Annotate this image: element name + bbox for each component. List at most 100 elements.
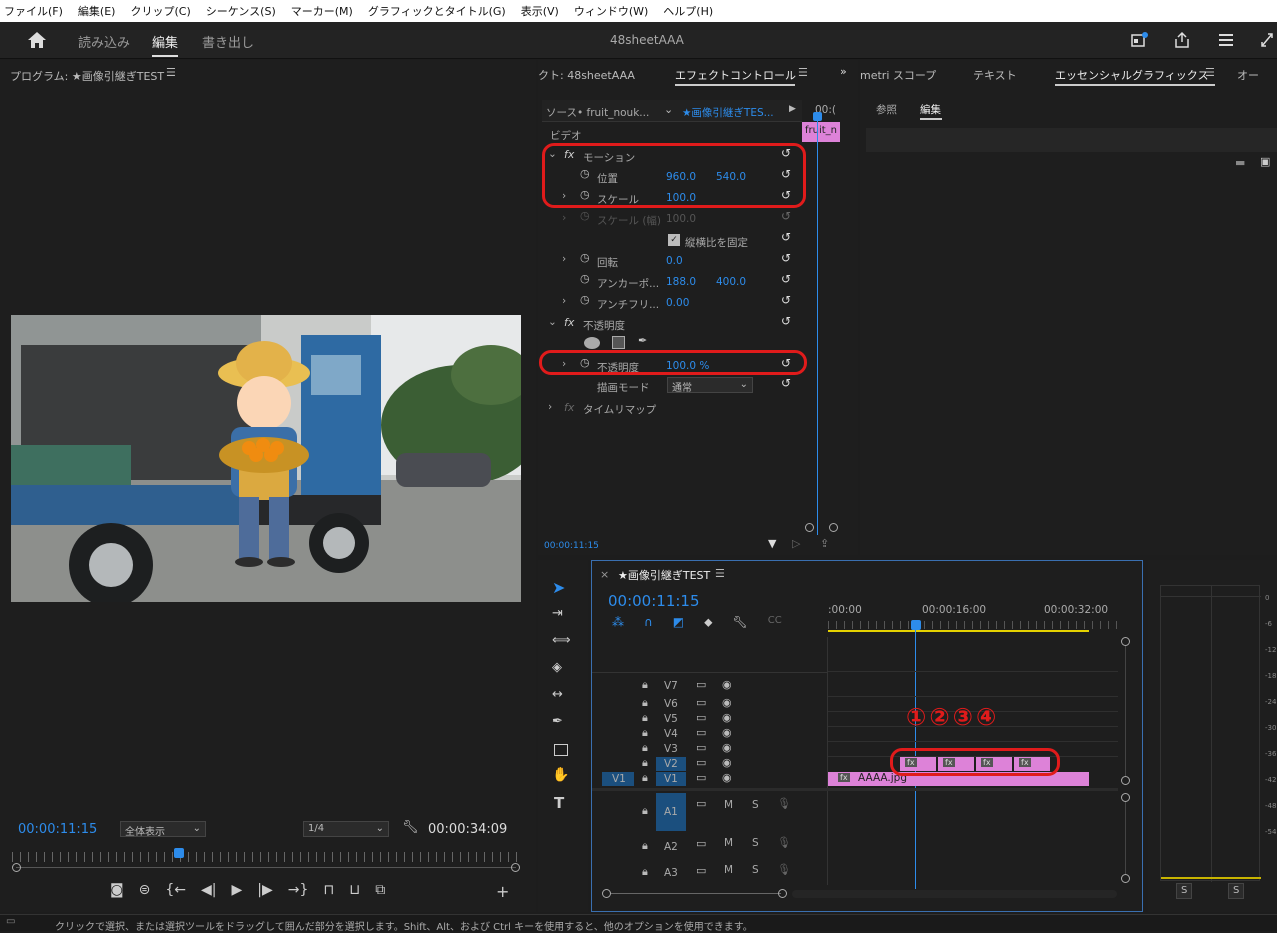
extract-icon[interactable]: ⊔ [349, 882, 360, 898]
track-v2[interactable]: 🔒︎ V2 ▭ ◉ [592, 756, 828, 771]
stopwatch-icon[interactable]: ◷ [580, 251, 590, 264]
mute-button[interactable]: M [724, 799, 733, 811]
camera-icon[interactable]: ◙ [110, 882, 124, 898]
sync-icon[interactable]: ▭ [696, 726, 706, 739]
razor-tool-icon[interactable]: ◈ [552, 660, 562, 675]
panel-menu-icon[interactable]: ☰ [715, 567, 725, 580]
menu-sequence[interactable]: シーケンス(S) [206, 3, 276, 19]
folder-icon[interactable]: ▬ [1235, 156, 1245, 169]
track-v6[interactable]: 🔒︎ V6 ▭ ◉ [592, 696, 828, 711]
tab-lumetri-scope[interactable]: metri スコープ [860, 67, 936, 83]
reset-icon[interactable]: ↺ [781, 314, 791, 328]
mini-playhead[interactable] [817, 115, 818, 535]
source-patch-label[interactable]: V1 [612, 773, 626, 785]
panel-menu-icon[interactable]: ☰ [798, 66, 808, 79]
new-layer-icon[interactable]: ▣ [1260, 155, 1270, 168]
sync-icon[interactable]: ▭ [696, 837, 706, 850]
track-a1[interactable]: 🔒︎ A1 ▭ M S 🎙︎ [592, 793, 828, 831]
sync-icon[interactable]: ▭ [696, 797, 706, 810]
source-label[interactable]: ソース• fruit_nouk... [546, 105, 649, 120]
solo-left-button[interactable]: S [1176, 883, 1192, 899]
menu-view[interactable]: 表示(V) [521, 3, 559, 19]
lift-icon[interactable]: ⊓ [323, 882, 334, 898]
program-scrollbar[interactable] [12, 863, 520, 872]
reset-icon[interactable]: ↺ [781, 376, 791, 390]
scroll-handle[interactable] [805, 523, 814, 532]
pen-tool-icon[interactable]: ✒ [552, 714, 563, 729]
work-area-bar[interactable] [828, 630, 1089, 632]
slip-tool-icon[interactable]: ↔ [552, 687, 563, 702]
eye-icon[interactable]: ◉ [722, 771, 732, 784]
solo-right-button[interactable]: S [1228, 883, 1244, 899]
track-v7[interactable]: 🔒︎ V7 ▭ ◉ [592, 677, 828, 695]
rectangle-mask-icon[interactable] [612, 336, 625, 349]
reset-icon[interactable]: ↺ [781, 272, 791, 286]
track-v3[interactable]: 🔒︎ V3 ▭ ◉ [592, 741, 828, 756]
chevron-down-icon[interactable]: ⌄ [664, 103, 673, 116]
quality-select[interactable]: 1/4 ⌄ [303, 821, 389, 837]
captions-icon[interactable]: CC [768, 615, 782, 630]
step-forward-icon[interactable]: |▶ [257, 882, 272, 898]
tab-audio[interactable]: オー [1237, 67, 1259, 83]
playhead[interactable] [174, 848, 184, 858]
anchor-y[interactable]: 400.0 [716, 276, 746, 288]
antiflicker-value[interactable]: 0.00 [666, 297, 689, 309]
anchor-x[interactable]: 188.0 [666, 276, 696, 288]
more-tabs-icon[interactable]: » [840, 65, 847, 78]
track-v4[interactable]: 🔒︎ V4 ▭ ◉ [592, 726, 828, 741]
hand-tool-icon[interactable]: ✋ [552, 767, 569, 783]
sync-icon[interactable]: ▭ [696, 864, 706, 877]
eye-icon[interactable]: ◉ [722, 756, 732, 769]
eye-icon[interactable]: ◉ [722, 711, 732, 724]
tab-effect-controls[interactable]: エフェクトコントロール [675, 67, 796, 83]
track-select-tool-icon[interactable]: ⇥ [552, 606, 563, 621]
reset-icon[interactable]: ↺ [781, 293, 791, 307]
menu-edit[interactable]: 編集(E) [78, 3, 116, 19]
tab-edit-graphics[interactable]: 編集 [920, 102, 941, 117]
sequence-tab[interactable]: ★画像引継ぎTEST [618, 567, 710, 583]
panel-menu-icon[interactable]: ☰ [1205, 66, 1215, 79]
sync-icon[interactable]: ▭ [696, 678, 706, 691]
mic-icon[interactable]: 🎙︎ [777, 863, 791, 876]
sync-icon[interactable]: ▭ [696, 696, 706, 709]
blend-mode-select[interactable]: 通常 ⌄ [667, 377, 753, 394]
workspaces-icon[interactable] [1217, 32, 1235, 48]
solo-button[interactable]: S [752, 837, 759, 849]
type-tool-icon[interactable]: T [554, 794, 564, 812]
solo-button[interactable]: S [752, 864, 759, 876]
export-frame-icon[interactable]: ⧉ [375, 882, 385, 898]
chevron-right-icon[interactable]: › [562, 253, 566, 265]
panel-menu-icon[interactable]: ☰ [166, 66, 176, 79]
uniform-scale-checkbox[interactable]: ✓ [668, 234, 680, 246]
zoom-select[interactable]: 全体表示 ⌄ [120, 821, 206, 838]
chevron-right-icon[interactable]: › [562, 295, 566, 307]
linked-selection-icon[interactable]: ◩ [673, 615, 684, 630]
sync-icon[interactable]: ▭ [696, 711, 706, 724]
tab-text[interactable]: テキスト [973, 67, 1017, 83]
track-a3[interactable]: 🔒︎ A3 ▭ M S 🎙︎ [592, 863, 828, 881]
mute-button[interactable]: M [724, 837, 733, 849]
mic-icon[interactable]: 🎙︎ [777, 797, 791, 810]
snap-icon[interactable]: ∩ [644, 615, 653, 630]
settings-wrench-icon[interactable]: 🔧︎ [402, 820, 419, 835]
tab-project[interactable]: クト: 48sheetAAA [538, 67, 635, 83]
chevron-right-icon[interactable]: › [548, 401, 552, 413]
share-icon[interactable] [1173, 31, 1191, 49]
menu-window[interactable]: ウィンドウ(W) [574, 3, 648, 19]
filter-icon[interactable]: ▼ [768, 537, 776, 550]
stopwatch-icon[interactable]: ◷ [580, 293, 590, 306]
nest-icon[interactable]: ⁂ [612, 615, 624, 630]
chevron-icon[interactable]: ⌄ [548, 316, 557, 328]
add-button-icon[interactable]: + [496, 882, 509, 901]
sync-icon[interactable]: ▭ [696, 771, 706, 784]
tab-essential-graphics[interactable]: エッセンシャルグラフィックス [1055, 67, 1208, 83]
stopwatch-icon[interactable]: ◷ [580, 272, 590, 285]
eye-icon[interactable]: ◉ [722, 696, 732, 709]
track-v1[interactable]: V1 🔒︎ V1 ▭ ◉ [592, 771, 828, 786]
tab-import[interactable]: 読み込み [78, 32, 130, 51]
scroll-handle[interactable] [829, 523, 838, 532]
horizontal-scrollbar[interactable] [602, 889, 1122, 899]
vr-icon[interactable]: ⊜ [139, 882, 151, 898]
reset-icon[interactable]: ↺ [781, 251, 791, 265]
mark-out-icon[interactable]: →} [288, 882, 309, 898]
